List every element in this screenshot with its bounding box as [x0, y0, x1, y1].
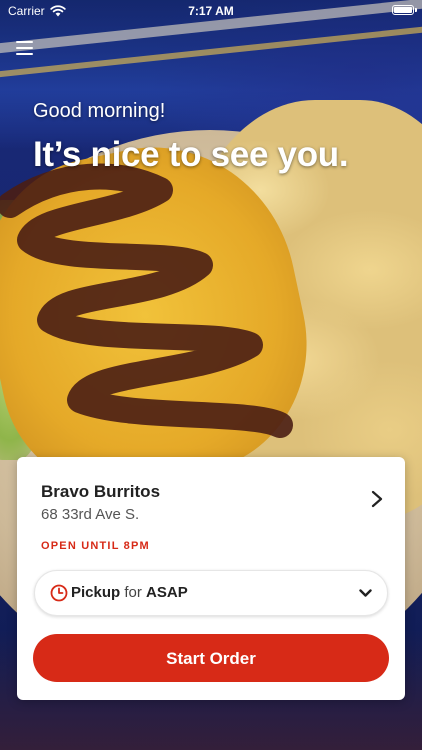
chevron-down-icon: [359, 589, 372, 597]
greeting-title: It’s nice to see you.: [33, 135, 349, 174]
menu-line: [16, 53, 33, 55]
store-details-link[interactable]: Bravo Burritos 68 33rd Ave S.: [17, 457, 405, 537]
store-card: Bravo Burritos 68 33rd Ave S. OPEN UNTIL…: [17, 457, 405, 700]
store-address: 68 33rd Ave S.: [41, 506, 140, 523]
order-mode: Pickup: [71, 584, 121, 601]
chevron-right-icon: [371, 490, 383, 508]
greeting-subtitle: Good morning!: [33, 100, 166, 122]
store-name: Bravo Burritos: [41, 482, 161, 501]
order-type-dropdown[interactable]: Pickup for ASAP: [34, 570, 388, 616]
order-type-text: Pickup for ASAP: [71, 584, 188, 601]
status-time: 7:17 AM: [188, 4, 234, 18]
order-time: ASAP: [146, 584, 188, 601]
menu-line: [16, 41, 33, 43]
clock-icon: [50, 584, 68, 602]
battery-icon: [392, 5, 417, 15]
status-bar: Carrier 7:17 AM: [0, 0, 422, 22]
greeting: Good morning! It’s nice to see you.: [33, 100, 349, 175]
order-connector: for: [124, 584, 142, 601]
menu-line: [16, 47, 33, 49]
start-order-button[interactable]: Start Order: [33, 634, 389, 682]
hamburger-menu-icon[interactable]: [14, 38, 36, 58]
open-status-label: OPEN UNTIL 8PM: [41, 540, 150, 552]
